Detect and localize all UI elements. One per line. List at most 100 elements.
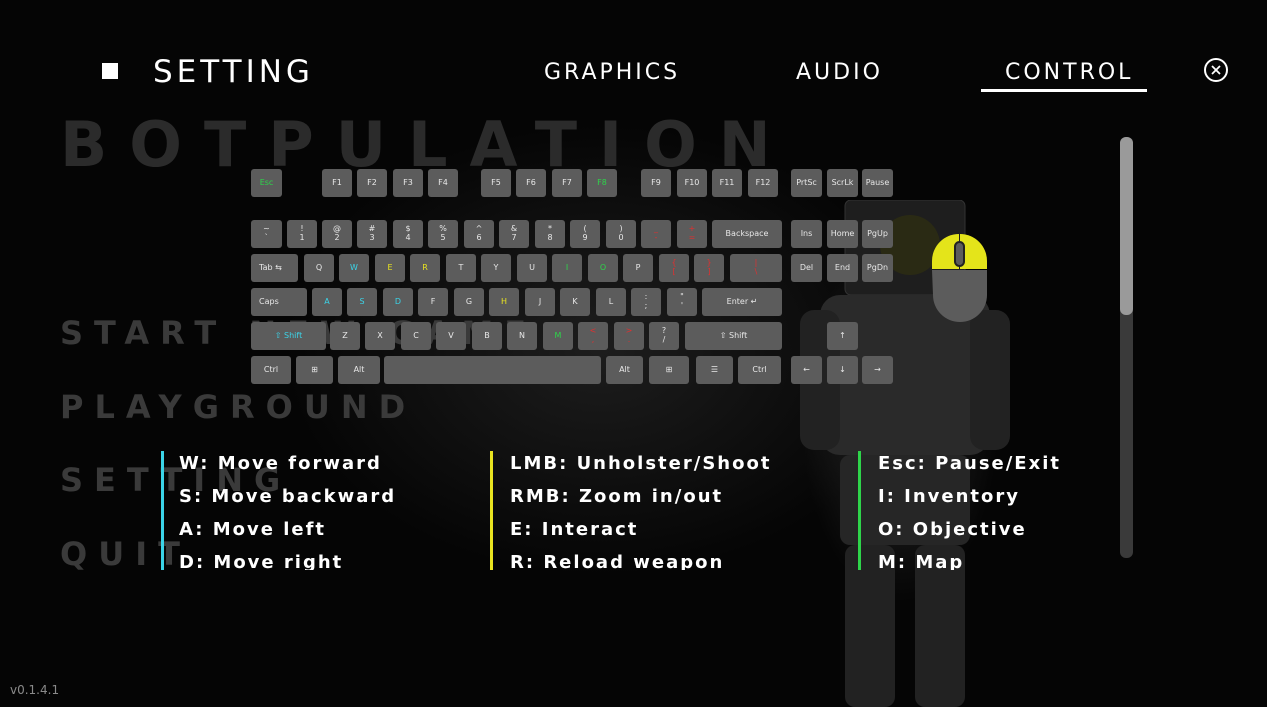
key-alt: Alt xyxy=(606,356,643,384)
key-backspace: Backspace xyxy=(712,220,782,248)
key-p: P xyxy=(623,254,653,282)
key-f4: F4 xyxy=(428,169,458,197)
key-symbol: < , xyxy=(578,322,608,350)
key-symbol: > . xyxy=(614,322,644,350)
key-q: Q xyxy=(304,254,334,282)
key-symbol: ⊞ xyxy=(649,356,689,384)
binding-line: LMB: Unholster/Shoot xyxy=(510,453,772,474)
key-alt: Alt xyxy=(338,356,380,384)
key-symbol: ~ ` xyxy=(251,220,282,248)
key-r: R xyxy=(410,254,440,282)
key-symbol: + = xyxy=(677,220,707,248)
key-f8: F8 xyxy=(587,169,617,197)
key-f5: F5 xyxy=(481,169,511,197)
key-ins: Ins xyxy=(791,220,822,248)
key-i: I xyxy=(552,254,582,282)
key-f3: F3 xyxy=(393,169,423,197)
key-1: ! 1 xyxy=(287,220,317,248)
binding-line: E: Interact xyxy=(510,519,639,540)
binding-line: RMB: Zoom in/out xyxy=(510,486,724,507)
key-6: ^ 6 xyxy=(464,220,494,248)
key-4: $ 4 xyxy=(393,220,423,248)
key-f2: F2 xyxy=(357,169,387,197)
binding-line: Esc: Pause/Exit xyxy=(878,453,1061,474)
key-e: E xyxy=(375,254,405,282)
key-a: A xyxy=(312,288,342,316)
key-t: T xyxy=(446,254,476,282)
key-symbol: ? / xyxy=(649,322,679,350)
key-y: Y xyxy=(481,254,511,282)
background xyxy=(0,0,1267,707)
binding-line: M: Map xyxy=(878,552,965,570)
key-b: B xyxy=(472,322,502,350)
key-shift: ⇧ Shift xyxy=(685,322,782,350)
mouse-body xyxy=(932,270,987,322)
key-v: V xyxy=(436,322,466,350)
key-esc: Esc xyxy=(251,169,282,197)
tab-audio[interactable]: AUDIO xyxy=(796,60,883,85)
scrollbar-track[interactable] xyxy=(1120,137,1133,558)
binding-line: S: Move backward xyxy=(179,486,397,507)
key-d: D xyxy=(383,288,413,316)
interface-color-bar xyxy=(858,451,861,570)
key-f9: F9 xyxy=(641,169,671,197)
key-j: J xyxy=(525,288,555,316)
key-m: M xyxy=(543,322,573,350)
key-x: X xyxy=(365,322,395,350)
key-symbol: : ; xyxy=(631,288,661,316)
close-icon xyxy=(1211,65,1221,75)
key-enter: Enter ↵ xyxy=(702,288,782,316)
key-u: U xyxy=(517,254,547,282)
header-square-icon xyxy=(102,63,118,79)
tab-graphics[interactable]: GRAPHICS xyxy=(544,60,680,85)
key-symbol: } ] xyxy=(694,254,724,282)
movement-color-bar xyxy=(161,451,164,570)
binding-line: R: Reload weapon xyxy=(510,552,725,570)
key-symbol: | \ xyxy=(730,254,782,282)
movement-bindings: W: Move forward S: Move backward A: Move… xyxy=(161,451,471,570)
key-symbol: { [ xyxy=(659,254,689,282)
scrollbar-thumb[interactable] xyxy=(1120,137,1133,315)
key-scrlk: ScrLk xyxy=(827,169,858,197)
tab-control[interactable]: CONTROL xyxy=(1005,60,1133,85)
key-o: O xyxy=(588,254,618,282)
key-f11: F11 xyxy=(712,169,742,197)
key-7: & 7 xyxy=(499,220,529,248)
interface-bindings: Esc: Pause/Exit I: Inventory O: Objectiv… xyxy=(858,451,1108,570)
key-symbol: " ' xyxy=(667,288,697,316)
key-ctrl: Ctrl xyxy=(738,356,781,384)
key-f1: F1 xyxy=(322,169,352,197)
key-end: End xyxy=(827,254,858,282)
key-shift: ⇧ Shift xyxy=(251,322,326,350)
combat-color-bar xyxy=(490,451,493,570)
key-del: Del xyxy=(791,254,822,282)
key-5: % 5 xyxy=(428,220,458,248)
binding-line: A: Move left xyxy=(179,519,327,540)
key-symbol: ⊞ xyxy=(296,356,333,384)
binding-line: D: Move right xyxy=(179,552,344,570)
key-l: L xyxy=(596,288,626,316)
key-pause: Pause xyxy=(862,169,893,197)
active-tab-underline xyxy=(981,89,1147,92)
key-f6: F6 xyxy=(516,169,546,197)
close-button[interactable] xyxy=(1204,58,1228,82)
key-space xyxy=(384,356,601,384)
binding-line: O: Objective xyxy=(878,519,1027,540)
page-title: SETTING xyxy=(153,54,314,90)
key-symbol: → xyxy=(862,356,893,384)
key-ctrl: Ctrl xyxy=(251,356,291,384)
bg-menu-playground: PLAYGROUND xyxy=(60,388,417,426)
key-f12: F12 xyxy=(748,169,778,197)
mouse-wheel xyxy=(954,241,965,267)
key-z: Z xyxy=(330,322,360,350)
key-g: G xyxy=(454,288,484,316)
mouse-diagram xyxy=(932,234,987,322)
key-symbol: ↓ xyxy=(827,356,858,384)
binding-line: W: Move forward xyxy=(179,453,382,474)
key-3: # 3 xyxy=(357,220,387,248)
key-symbol: ↑ xyxy=(827,322,858,350)
key-f7: F7 xyxy=(552,169,582,197)
key-pgup: PgUp xyxy=(862,220,893,248)
key-w: W xyxy=(339,254,369,282)
key-9: ( 9 xyxy=(570,220,600,248)
